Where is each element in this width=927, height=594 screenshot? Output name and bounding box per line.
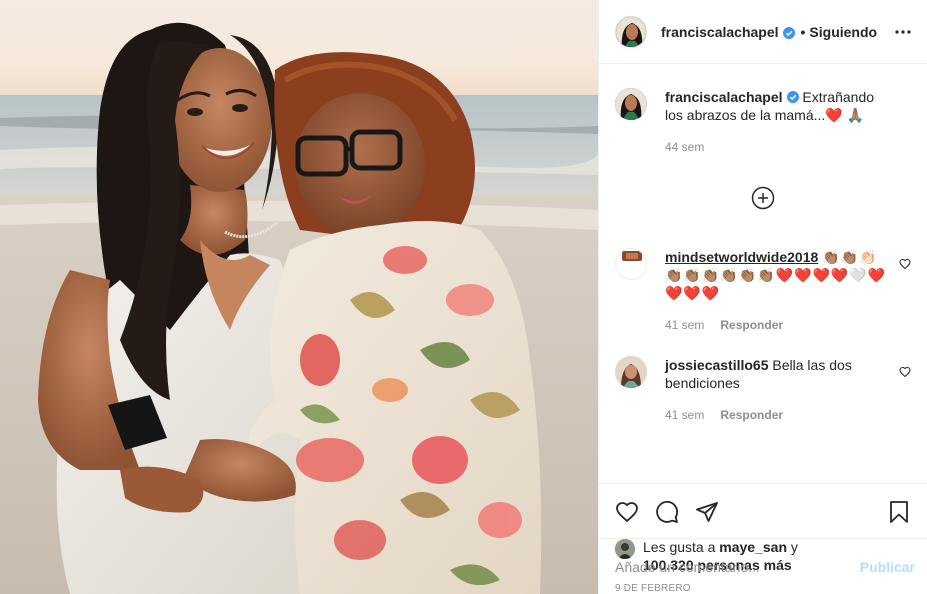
comment-username[interactable]: mindsetworldwide2018 [665,249,818,265]
caption-emojis: ❤️ 🙏🏽 [825,107,865,123]
caption-avatar[interactable] [615,88,647,120]
comments-section: franciscalachapel Extrañando los abrazos… [599,64,927,483]
more-options-icon[interactable] [891,20,915,44]
add-comment-form: Publicar [599,538,927,594]
caption-avatar-image [615,88,647,120]
publish-button[interactable]: Publicar [860,559,915,575]
commenter-avatar[interactable] [615,248,647,280]
follow-status-button[interactable]: Siguiendo [809,24,877,40]
post-photo[interactable] [0,0,598,594]
post-image [0,0,598,594]
author-avatar[interactable] [615,15,647,48]
action-icons [615,492,911,532]
send-icon[interactable] [695,500,719,524]
comment-item: mindsetworldwide2018 👏🏽👏🏽👏🏻👏🏽👏🏽👏🏽👏🏽👏🏽👏🏽❤… [615,248,911,334]
comment-body: mindsetworldwide2018 👏🏽👏🏽👏🏻👏🏽👏🏽👏🏽👏🏽👏🏽👏🏽❤… [665,248,911,334]
small-heart-icon[interactable] [899,366,911,378]
author-info: franciscalachapel • Siguiendo [661,24,877,40]
caption-age[interactable]: 44 sem [665,138,704,156]
instagram-post: franciscalachapel • Siguiendo franciscal… [0,0,927,594]
small-heart-icon[interactable] [899,258,911,270]
comment-item: jossiecastillo65 Bella las dos bendicion… [615,356,911,424]
caption-meta: 44 sem [665,138,889,156]
verified-badge-icon [782,26,795,39]
comment-meta: 41 sem Responder [665,406,889,424]
load-more-comments[interactable] [615,186,911,210]
commenter-avatar-image [615,356,647,388]
author-username[interactable]: franciscalachapel [661,24,779,40]
comment-age[interactable]: 41 sem [665,406,704,424]
caption-username[interactable]: franciscalachapel [665,89,783,105]
post-header: franciscalachapel • Siguiendo [599,0,927,64]
comment-meta: 41 sem Responder [665,316,889,334]
author-avatar-image [616,16,646,47]
separator-dot: • [800,23,806,40]
verified-badge-icon [786,89,799,103]
plus-circle-icon[interactable] [751,186,775,210]
commenter-avatar-image [616,249,646,279]
commenter-avatar[interactable] [615,356,647,388]
reply-button[interactable]: Responder [720,406,783,424]
caption: franciscalachapel Extrañando los abrazos… [615,88,911,156]
comment-icon[interactable] [655,500,679,524]
heart-icon[interactable] [615,500,639,524]
post-side-panel: franciscalachapel • Siguiendo franciscal… [598,0,927,594]
comment-username[interactable]: jossiecastillo65 [665,357,769,373]
caption-body: franciscalachapel Extrañando los abrazos… [665,88,911,156]
comment-input[interactable] [615,558,860,575]
comment-body: jossiecastillo65 Bella las dos bendicion… [665,356,911,424]
action-bar [599,483,927,532]
bookmark-icon[interactable] [887,500,911,524]
comment-age[interactable]: 41 sem [665,316,704,334]
reply-button[interactable]: Responder [720,316,783,334]
